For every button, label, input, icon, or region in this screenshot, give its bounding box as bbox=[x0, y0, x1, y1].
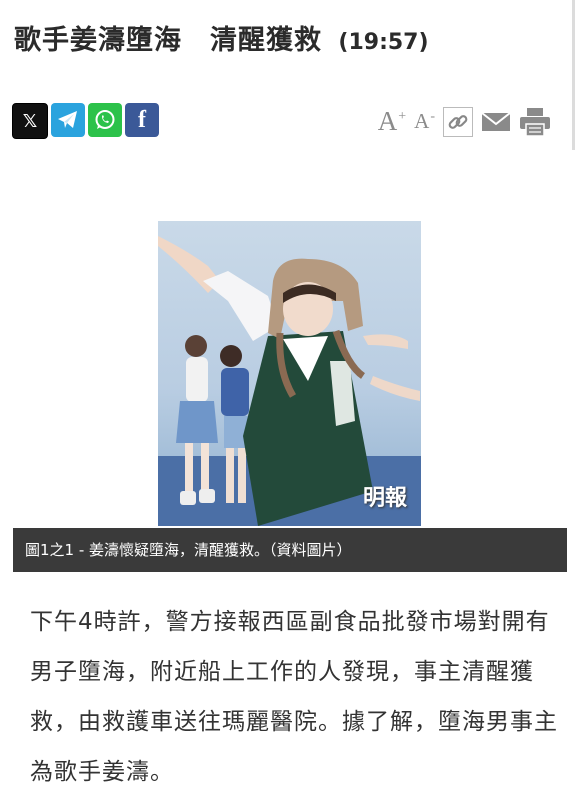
print-icon[interactable] bbox=[519, 107, 551, 137]
font-decrease-sup: - bbox=[430, 109, 435, 124]
article-body: 下午4時許，警方接報西區副食品批發市場對開有男子墮海，附近船上工作的人發現，事主… bbox=[30, 609, 558, 785]
email-icon[interactable] bbox=[481, 111, 511, 133]
font-increase-button[interactable]: A+ bbox=[378, 106, 406, 137]
article-title: 歌手姜濤墮海 清醒獲救 (19:57) bbox=[14, 18, 564, 57]
headline: 歌手姜濤墮海 清醒獲救 bbox=[14, 25, 322, 56]
whatsapp-share-button[interactable] bbox=[88, 103, 122, 137]
copy-link-button[interactable] bbox=[443, 106, 473, 137]
facebook-share-button[interactable]: f bbox=[125, 103, 159, 137]
article-photo[interactable]: 明報 bbox=[158, 221, 421, 526]
article-tools: A+ A- bbox=[378, 106, 551, 137]
x-share-button[interactable]: 𝕏 bbox=[12, 103, 48, 139]
font-increase-label: A bbox=[377, 106, 398, 136]
facebook-icon: f bbox=[138, 106, 146, 133]
whatsapp-icon bbox=[95, 110, 115, 129]
x-icon: 𝕏 bbox=[22, 110, 38, 132]
telegram-icon bbox=[58, 111, 77, 128]
share-bar: 𝕏 f bbox=[12, 103, 159, 139]
telegram-share-button[interactable] bbox=[51, 103, 85, 137]
photo-caption: 圖1之1 - 姜濤懷疑墮海，清醒獲救。（資料圖片） bbox=[13, 528, 567, 572]
watermark-logo: 明報 bbox=[362, 485, 407, 511]
link-icon bbox=[448, 114, 468, 129]
publish-time: (19:57) bbox=[338, 30, 429, 55]
font-increase-sup: + bbox=[398, 109, 407, 124]
font-decrease-label: A bbox=[414, 109, 430, 133]
font-decrease-button[interactable]: A- bbox=[414, 109, 435, 134]
